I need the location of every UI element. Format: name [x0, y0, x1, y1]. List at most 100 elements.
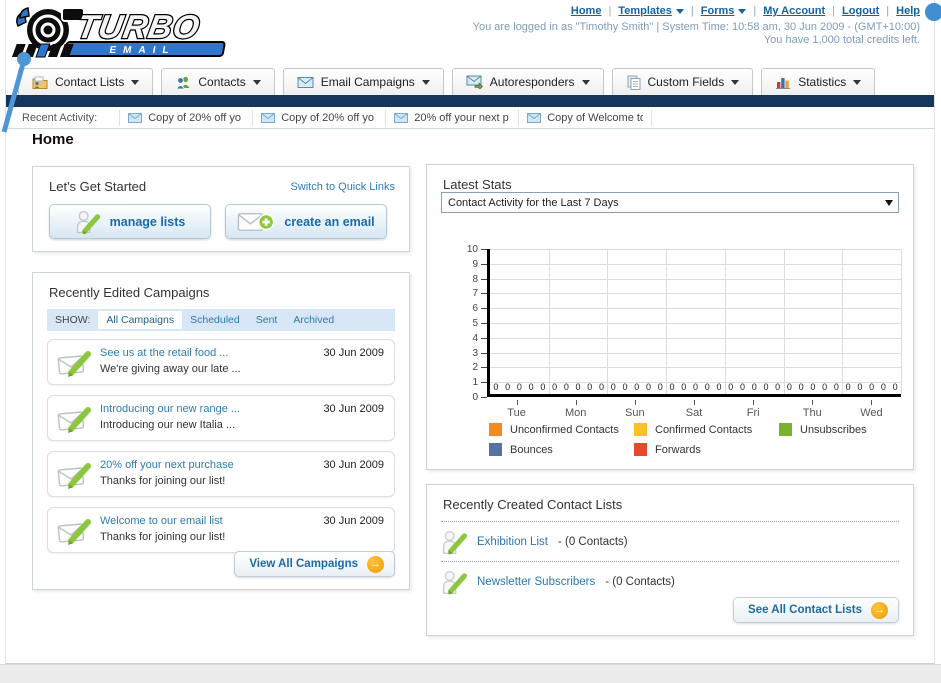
chart-x-tick [694, 400, 695, 405]
chart-value-label: 0 [540, 382, 546, 392]
top-nav-separator: | [886, 5, 890, 17]
page-frame: TURBO EMAIL Home | Templates | Forms | M… [5, 0, 941, 664]
legend-label: Unconfirmed Contacts [510, 423, 619, 436]
contact-list-item[interactable]: Exhibition List - (0 Contacts) [441, 527, 628, 557]
top-nav-my-account[interactable]: My Account [763, 5, 825, 17]
see-all-contact-lists-button[interactable]: See All Contact Lists → [733, 597, 899, 623]
recent-activity-text: Copy of 20% off yo [148, 111, 241, 124]
chart-y-tick [481, 278, 487, 280]
campaigns-title: Recently Edited Campaigns [49, 285, 210, 300]
chevron-down-icon [581, 79, 590, 85]
recent-activity-item[interactable]: Copy of 20% off yo [119, 109, 252, 126]
chart-y-tick-label: 1 [472, 377, 478, 389]
main-nav: Contact Lists Contacts Email Campaigns A… [18, 68, 876, 95]
contact-list-item[interactable]: Newsletter Subscribers - (0 Contacts) [441, 567, 675, 597]
chart-gridline [490, 367, 901, 369]
envelope-icon [394, 112, 409, 123]
recent-activity-item[interactable]: 20% off your next p [385, 109, 518, 126]
email-envelope-icon [297, 76, 314, 88]
contact-list-link[interactable]: Newsletter Subscribers [477, 576, 595, 588]
view-all-campaigns-button[interactable]: View All Campaigns → [234, 551, 395, 577]
tab-statistics[interactable]: Statistics [761, 68, 876, 95]
tab-autoresponders[interactable]: Autoresponders [451, 68, 604, 95]
recent-activity-item[interactable]: Copy of 20% off yo [252, 109, 385, 126]
chart-y-tick [481, 323, 487, 324]
chart-value-label: 0 [775, 382, 781, 392]
top-nav-help[interactable]: Help [896, 5, 920, 17]
top-nav: Home | Templates | Forms | My Account | … [571, 5, 920, 17]
top-nav-separator: | [690, 5, 694, 17]
campaign-card[interactable]: Introducing our new range ... Introducin… [47, 395, 395, 441]
arrow-right-icon: → [871, 601, 888, 619]
envelope-pencil-icon [57, 407, 91, 433]
chevron-down-icon [853, 79, 862, 85]
chart-value-label: 0 [528, 382, 534, 392]
chart-gridline [607, 249, 609, 394]
campaign-card[interactable]: Welcome to our email list Thanks for joi… [47, 507, 395, 553]
campaign-subtitle: Introducing our new Italia ... [100, 419, 236, 431]
turbo-email-logo: TURBO EMAIL [10, 2, 260, 62]
svg-text:EMAIL: EMAIL [108, 45, 176, 56]
help-bubble-icon[interactable] [925, 3, 941, 21]
chevron-down-icon [421, 79, 430, 85]
recent-activity-item[interactable]: Copy of Welcome to [518, 109, 653, 126]
chart-gridline [490, 293, 901, 295]
chart-value-label: 0 [552, 382, 558, 392]
filter-sent[interactable]: Sent [256, 314, 278, 326]
chart-value-label: 0 [634, 382, 640, 392]
legend-item: Unconfirmed Contacts [489, 423, 634, 436]
switch-to-quick-links-link[interactable]: Switch to Quick Links [290, 181, 395, 193]
chart-y-tick [481, 367, 487, 369]
view-all-campaigns-label: View All Campaigns [249, 558, 358, 570]
manage-lists-button[interactable]: manage lists [49, 204, 211, 239]
chart-value-label: 0 [857, 382, 863, 392]
campaign-subtitle: Thanks for joining our list! [100, 531, 226, 543]
chart-value-label: 0 [786, 382, 792, 392]
chart-x-tick [516, 400, 518, 405]
envelope-pencil-icon [57, 519, 91, 545]
legend-label: Unsubscribes [800, 423, 867, 436]
campaign-title-link[interactable]: Welcome to our email list [100, 515, 223, 527]
chart-value-label: 0 [599, 382, 605, 392]
chart-gridline [490, 249, 901, 250]
chart-value-label: 0 [716, 382, 722, 392]
tab-email-campaigns[interactable]: Email Campaigns [282, 68, 444, 95]
blue-pin-decoration [1, 52, 31, 133]
tab-contact-lists[interactable]: Contact Lists [18, 68, 154, 95]
tab-custom-fields[interactable]: Custom Fields [611, 68, 754, 95]
chart-y-tick-label: 3 [472, 347, 478, 359]
top-nav-home[interactable]: Home [571, 5, 602, 17]
chart-value-label: 0 [657, 382, 663, 392]
chart-value-label: 0 [810, 382, 816, 392]
legend-swatch [779, 423, 792, 436]
top-nav-forms[interactable]: Forms [701, 5, 747, 17]
filter-scheduled[interactable]: Scheduled [190, 314, 240, 326]
chart-value-label: 0 [669, 382, 675, 392]
campaign-title-link[interactable]: 20% off your next purchase [100, 459, 234, 471]
contact-lists-panel: Recently Created Contact Lists Exhibitio… [426, 484, 914, 636]
chart-value-label: 0 [763, 382, 769, 392]
campaign-title-link[interactable]: Introducing our new range ... [100, 403, 240, 415]
top-nav-templates[interactable]: Templates [618, 5, 684, 17]
chart-y-tick [481, 308, 487, 310]
campaign-title-link[interactable]: See us at the retail food ... [100, 347, 228, 359]
chart-gridline [490, 323, 901, 324]
contact-list-link[interactable]: Exhibition List [477, 536, 548, 548]
person-pencil-icon [442, 570, 467, 595]
chart-value-label: 0 [739, 382, 745, 392]
page-title: Home [32, 131, 74, 148]
tab-label: Contacts [198, 75, 246, 89]
filter-archived[interactable]: Archived [293, 314, 334, 326]
filter-all-campaigns[interactable]: All Campaigns [98, 311, 183, 329]
chart-value-label: 0 [704, 382, 710, 392]
campaign-card[interactable]: 20% off your next purchase Thanks for jo… [47, 451, 395, 497]
tab-contacts[interactable]: Contacts [161, 68, 275, 95]
top-nav-logout[interactable]: Logout [842, 5, 879, 17]
chart-gridline [490, 337, 901, 339]
stats-period-select[interactable]: Contact Activity for the Last 7 Days [441, 192, 899, 213]
chart-x-tick [575, 400, 577, 405]
campaign-card[interactable]: See us at the retail food ... We're givi… [47, 339, 395, 385]
contacts-people-icon [176, 76, 190, 89]
chart-gridline [842, 249, 844, 394]
create-email-button[interactable]: create an email [225, 204, 387, 239]
